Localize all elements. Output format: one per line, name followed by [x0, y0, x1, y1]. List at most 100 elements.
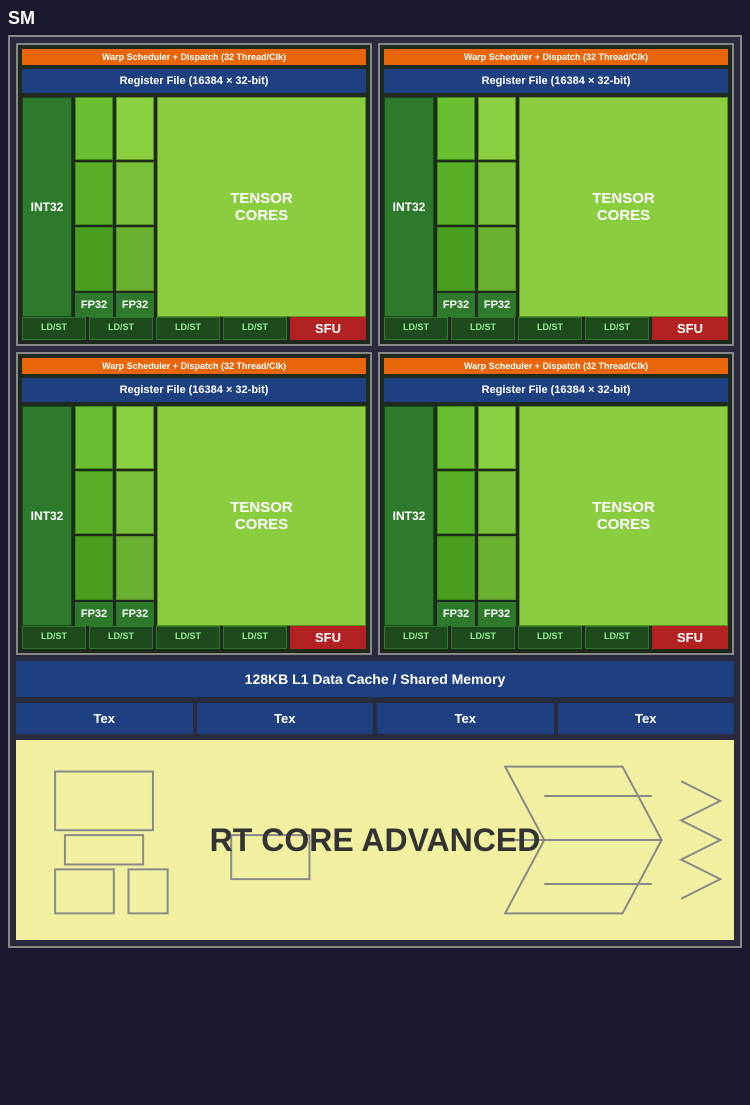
warp-scheduler-2: Warp Scheduler + Dispatch (32 Thread/Clk… — [384, 49, 728, 65]
fp32-label-bottom-1: FP32 — [75, 293, 113, 317]
fp32-cell — [116, 162, 154, 225]
fp32-cell — [437, 97, 475, 160]
fp32-label-bottom-7: FP32 — [437, 602, 475, 626]
tensor-cores-2: TENSORCORES — [519, 97, 728, 317]
rt-core: RT CORE ADVANCED — [16, 740, 734, 940]
ldst-9: LD/ST — [22, 626, 86, 649]
sfu-1: SFU — [290, 317, 366, 340]
register-file-3: Register File (16384 × 32-bit) — [22, 378, 366, 402]
outer-wrapper: SM Warp Scheduler + Dispatch (32 Thread/… — [0, 0, 750, 956]
int32-col-2: INT32 — [384, 97, 434, 317]
ldst-2: LD/ST — [89, 317, 153, 340]
warp-scheduler-3: Warp Scheduler + Dispatch (32 Thread/Clk… — [22, 358, 366, 374]
fp32-label-bottom-8: FP32 — [478, 602, 516, 626]
bottom-row-2: LD/ST LD/ST LD/ST LD/ST SFU — [384, 317, 728, 340]
ldst-15: LD/ST — [518, 626, 582, 649]
fp32-cell — [75, 97, 113, 160]
fp32-col1-2: FP32 — [437, 97, 475, 317]
sm-container: Warp Scheduler + Dispatch (32 Thread/Clk… — [8, 35, 742, 948]
warp-scheduler-1: Warp Scheduler + Dispatch (32 Thread/Clk… — [22, 49, 366, 65]
fp32-cell — [437, 471, 475, 534]
fp32-label-bottom-6: FP32 — [116, 602, 154, 626]
fp32-col1-4: FP32 — [437, 406, 475, 626]
sfu-2: SFU — [652, 317, 728, 340]
rt-core-label: RT CORE ADVANCED — [210, 822, 541, 859]
ldst-16: LD/ST — [585, 626, 649, 649]
fp32-col2-3: FP32 — [116, 406, 154, 626]
fp32-cell — [437, 536, 475, 599]
ldst-4: LD/ST — [223, 317, 287, 340]
bottom-row-1: LD/ST LD/ST LD/ST LD/ST SFU — [22, 317, 366, 340]
fp32-cell — [116, 536, 154, 599]
int32-label-1: INT32 — [31, 200, 64, 214]
tex-2: Tex — [197, 703, 374, 734]
register-file-2: Register File (16384 × 32-bit) — [384, 69, 728, 93]
fp32-label-bottom-2: FP32 — [116, 293, 154, 317]
fp32-cell — [75, 536, 113, 599]
register-file-1: Register File (16384 × 32-bit) — [22, 69, 366, 93]
ldst-1: LD/ST — [22, 317, 86, 340]
cores-area-2: INT32 FP32 FP32 TENSORCORES — [384, 97, 728, 317]
int32-col-4: INT32 — [384, 406, 434, 626]
fp32-label-bottom-5: FP32 — [75, 602, 113, 626]
sub-sm-3: Warp Scheduler + Dispatch (32 Thread/Clk… — [16, 352, 372, 655]
fp32-label-bottom-3: FP32 — [437, 293, 475, 317]
int32-label-4: INT32 — [393, 509, 426, 523]
ldst-11: LD/ST — [156, 626, 220, 649]
fp32-cell — [116, 406, 154, 469]
fp32-cell — [478, 471, 516, 534]
tex-4: Tex — [558, 703, 735, 734]
fp32-cell — [75, 162, 113, 225]
fp32-col2-2: FP32 — [478, 97, 516, 317]
fp32-cell — [437, 406, 475, 469]
fp32-cell — [75, 471, 113, 534]
tex-row: Tex Tex Tex Tex — [16, 703, 734, 734]
warp-scheduler-4: Warp Scheduler + Dispatch (32 Thread/Clk… — [384, 358, 728, 374]
fp32-col1-3: FP32 — [75, 406, 113, 626]
sub-sm-grid: Warp Scheduler + Dispatch (32 Thread/Clk… — [16, 43, 734, 655]
cores-area-4: INT32 FP32 FP32 TENSORCORES — [384, 406, 728, 626]
tex-3: Tex — [377, 703, 554, 734]
tensor-cores-3: TENSORCORES — [157, 406, 366, 626]
sfu-3: SFU — [290, 626, 366, 649]
sfu-4: SFU — [652, 626, 728, 649]
ldst-14: LD/ST — [451, 626, 515, 649]
fp32-cell — [478, 162, 516, 225]
sub-sm-1: Warp Scheduler + Dispatch (32 Thread/Clk… — [16, 43, 372, 346]
fp32-cell — [75, 406, 113, 469]
tensor-cores-4: TENSORCORES — [519, 406, 728, 626]
fp32-cell — [478, 227, 516, 290]
fp32-cell — [116, 97, 154, 160]
sub-sm-4: Warp Scheduler + Dispatch (32 Thread/Clk… — [378, 352, 734, 655]
fp32-cell — [478, 406, 516, 469]
ldst-5: LD/ST — [384, 317, 448, 340]
cores-area-1: INT32 FP32 FP32 — [22, 97, 366, 317]
l1-cache: 128KB L1 Data Cache / Shared Memory — [16, 661, 734, 697]
sub-sm-2: Warp Scheduler + Dispatch (32 Thread/Clk… — [378, 43, 734, 346]
fp32-col1-1: FP32 — [75, 97, 113, 317]
fp32-cell — [116, 227, 154, 290]
fp32-cell — [437, 227, 475, 290]
int32-label-3: INT32 — [31, 509, 64, 523]
fp32-label-bottom-4: FP32 — [478, 293, 516, 317]
ldst-7: LD/ST — [518, 317, 582, 340]
fp32-col2-4: FP32 — [478, 406, 516, 626]
int32-label-2: INT32 — [393, 200, 426, 214]
fp32-cell — [478, 97, 516, 160]
register-file-4: Register File (16384 × 32-bit) — [384, 378, 728, 402]
fp32-cell — [478, 536, 516, 599]
ldst-12: LD/ST — [223, 626, 287, 649]
ldst-6: LD/ST — [451, 317, 515, 340]
fp32-cell — [75, 227, 113, 290]
bottom-row-3: LD/ST LD/ST LD/ST LD/ST SFU — [22, 626, 366, 649]
fp32-cell — [116, 471, 154, 534]
sm-title: SM — [8, 8, 742, 29]
ldst-10: LD/ST — [89, 626, 153, 649]
cores-area-3: INT32 FP32 FP32 TENSORCORES — [22, 406, 366, 626]
ldst-13: LD/ST — [384, 626, 448, 649]
ldst-3: LD/ST — [156, 317, 220, 340]
int32-col-3: INT32 — [22, 406, 72, 626]
ldst-8: LD/ST — [585, 317, 649, 340]
int32-col-1: INT32 — [22, 97, 72, 317]
tensor-cores-1: TENSORCORES — [157, 97, 366, 317]
